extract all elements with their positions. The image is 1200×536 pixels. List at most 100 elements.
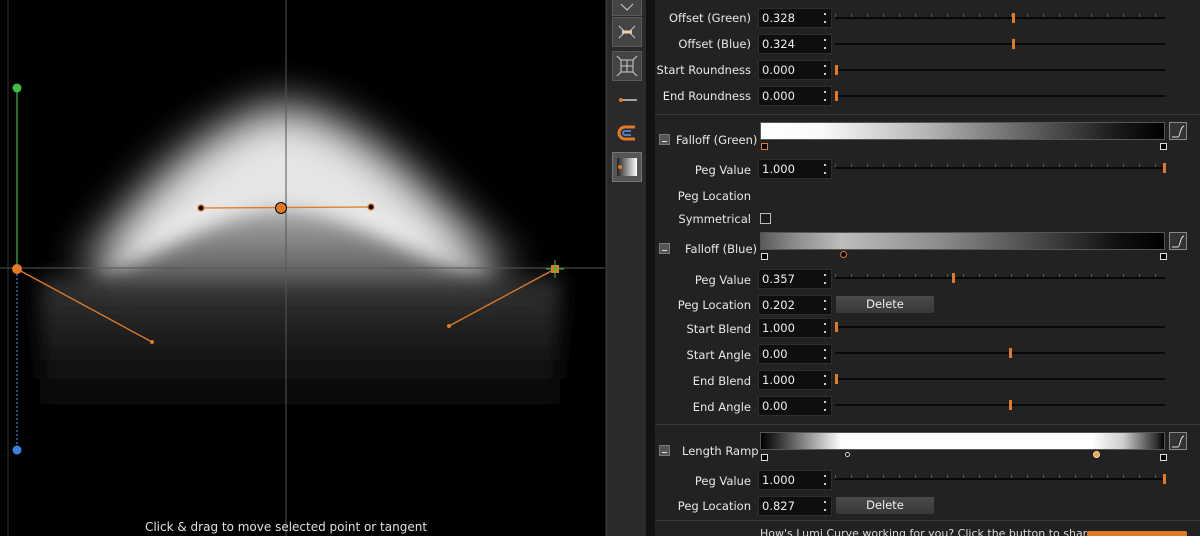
frame-icon [616,55,638,77]
curve-editor-button[interactable] [1169,432,1187,450]
spinner-icon[interactable] [822,374,828,386]
slider-handle[interactable] [952,273,955,283]
curve-canvas[interactable]: Click & drag to move selected point or t… [0,0,605,536]
spinner-icon[interactable] [822,322,828,334]
ramp-peg[interactable] [1160,143,1167,150]
curve-editor-button[interactable] [1169,232,1187,250]
curve-editor-button[interactable] [1169,122,1187,140]
spinner-icon[interactable] [822,273,828,285]
slider-handle[interactable] [1009,400,1012,410]
spinner-icon[interactable] [822,400,828,412]
end-angle-field[interactable]: 0.00 [758,396,832,416]
delete-peg-button[interactable]: Delete [835,295,935,314]
peg-location-label: Peg Location [677,189,751,203]
slider-handle[interactable] [1163,474,1166,484]
spinner-icon[interactable] [822,12,828,24]
falloff-green-label: Falloff (Green) [676,133,758,147]
slider-handle[interactable] [835,374,838,384]
extend-button[interactable] [612,17,642,47]
collapse-icon[interactable] [659,243,670,254]
spinner-icon[interactable] [822,38,828,50]
end-roundness-label: End Roundness [662,89,751,103]
start-roundness-field[interactable]: 0.000 [758,60,832,80]
peg-location-label: Peg Location [677,499,751,513]
offset-blue-label: Offset (Blue) [678,37,751,51]
length-ramp-peg-value-field[interactable]: 1.000 [758,470,832,490]
falloff-blue-label: Falloff (Blue) [685,242,758,256]
spinner-icon[interactable] [822,90,828,102]
start-angle-slider[interactable] [835,348,1165,358]
falloff-green-peg-value-field[interactable]: 1.000 [758,159,832,179]
section-divider [655,114,1200,115]
spinner-icon[interactable] [822,299,828,311]
peg-value-label: Peg Value [694,163,751,177]
frame-button[interactable] [612,51,642,81]
end-angle-slider[interactable] [835,400,1165,410]
peg-value-label: Peg Value [694,474,751,488]
offset-blue-field[interactable]: 0.324 [758,34,832,54]
spinner-icon[interactable] [822,163,828,175]
panel-separator [646,0,655,536]
control-point-left [12,264,22,274]
delete-peg-button[interactable]: Delete [835,496,935,515]
spinner-icon[interactable] [822,348,828,360]
length-ramp[interactable] [760,432,1165,450]
end-blend-slider[interactable] [835,374,1165,384]
slider-handle[interactable] [1009,348,1012,358]
falloff-blue-peg-location-field[interactable]: 0.202 [758,295,832,315]
falloff-green-ramp[interactable] [760,122,1165,140]
canvas-hint: Click & drag to move selected point or t… [144,520,428,534]
line-tool-icon [619,98,637,102]
curve-view[interactable] [0,0,605,536]
ramp-peg[interactable] [1160,454,1167,461]
start-roundness-slider[interactable] [835,65,1165,75]
line-tool-button[interactable] [612,85,642,115]
falloff-blue-peg-value-field[interactable]: 0.357 [758,269,832,289]
length-ramp-peg-value-slider[interactable] [835,474,1166,484]
collapse-icon[interactable] [659,134,670,145]
slider-handle[interactable] [835,65,838,75]
slider-handle[interactable] [1163,163,1166,173]
offset-green-field[interactable]: 0.328 [758,8,832,28]
end-roundness-slider[interactable] [835,91,1165,101]
spinner-icon[interactable] [822,474,828,486]
start-blend-label: Start Blend [686,322,752,336]
magnet-button[interactable] [612,118,642,148]
ramp-peg-selected[interactable] [1093,451,1100,458]
ramp-peg[interactable] [1160,253,1167,260]
end-blend-field[interactable]: 1.000 [758,370,832,390]
offset-green-slider[interactable] [835,13,1165,23]
spinner-icon[interactable] [822,500,828,512]
gradient-button[interactable] [612,152,642,182]
tangent-handle-right [447,324,451,328]
fit-view-button[interactable] [612,0,642,16]
green-axis-handle [12,83,22,93]
collapse-icon[interactable] [659,445,670,456]
start-blend-slider[interactable] [835,322,1165,332]
falloff-blue-ramp[interactable] [760,232,1165,250]
slider-handle[interactable] [1012,39,1015,49]
spinner-icon[interactable] [822,64,828,76]
slider-handle[interactable] [835,322,838,332]
section-divider [655,520,1200,521]
ramp-peg[interactable] [761,454,768,461]
feedback-text: How's Lumi Curve working for you? Click … [760,527,1094,536]
start-angle-field[interactable]: 0.00 [758,344,832,364]
end-roundness-field[interactable]: 0.000 [758,86,832,106]
offset-blue-slider[interactable] [835,39,1165,49]
slider-handle[interactable] [1012,13,1015,23]
ramp-peg[interactable] [845,452,850,457]
ramp-peg[interactable] [761,143,768,150]
slider-handle[interactable] [835,91,838,101]
curve-icon [1172,125,1185,138]
ramp-peg[interactable] [761,253,768,260]
falloff-blue-peg-value-slider[interactable] [835,273,1165,283]
falloff-green-peg-value-slider[interactable] [835,163,1166,173]
symmetrical-checkbox[interactable] [760,213,771,224]
length-ramp-peg-location-field[interactable]: 0.827 [758,496,832,516]
ramp-peg-selected[interactable] [840,251,847,258]
symmetrical-label: Symmetrical [678,212,751,226]
feedback-button[interactable] [1087,531,1187,536]
start-angle-label: Start Angle [686,348,751,362]
start-blend-field[interactable]: 1.000 [758,318,832,338]
